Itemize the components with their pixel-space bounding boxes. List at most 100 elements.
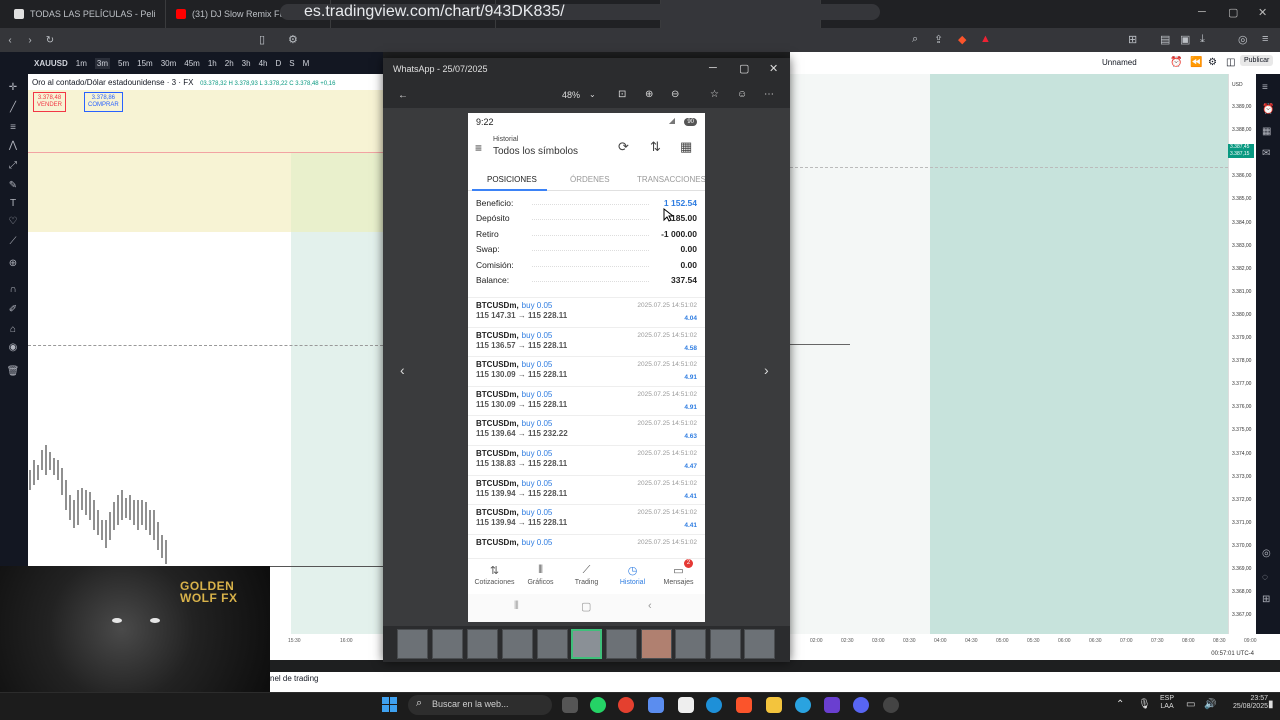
deal-row[interactable]: BTCUSDm, buy 0.05 115 138.83 → 115 228.11 2… xyxy=(468,444,705,475)
tray-chevron-icon[interactable]: ⌃ xyxy=(1116,699,1124,710)
eye-icon[interactable]: ◉ xyxy=(6,342,20,354)
camera-icon[interactable]: ◫ xyxy=(1226,57,1235,68)
ideas-icon[interactable]: ◎ xyxy=(1262,548,1271,559)
network-icon[interactable]: ▭ xyxy=(1186,699,1195,710)
text-icon[interactable]: T xyxy=(6,198,20,210)
telegram-icon[interactable] xyxy=(795,697,811,713)
microphone-icon[interactable]: 🎙 xyxy=(1138,699,1151,710)
share-icon[interactable]: ⇪ xyxy=(934,33,943,46)
more-icon[interactable]: ⋯ xyxy=(764,89,774,100)
brave-rewards-icon[interactable]: ▲ xyxy=(980,33,991,45)
emoji-icon[interactable]: ☺ xyxy=(737,89,747,100)
deal-row[interactable]: BTCUSDm, buy 0.05 115 130.09 → 115 228.11 2… xyxy=(468,356,705,386)
extensions-icon[interactable]: ⊞ xyxy=(1128,33,1137,46)
recents-icon[interactable]: ⦀ xyxy=(514,600,519,613)
magnet-icon[interactable]: ∩ xyxy=(6,284,20,296)
brave-shield-icon[interactable]: ◆ xyxy=(958,33,966,46)
trash-icon[interactable]: 🗑 xyxy=(6,366,20,378)
brush-icon[interactable]: ✎ xyxy=(6,180,20,192)
sort-icon[interactable]: ⇅ xyxy=(650,139,661,155)
hamburger-icon[interactable]: ≡ xyxy=(475,141,482,155)
thumbnail[interactable] xyxy=(397,629,428,659)
android-back-icon[interactable]: ‹ xyxy=(648,600,652,612)
thumbnail[interactable] xyxy=(537,629,568,659)
forward-icon[interactable]: › xyxy=(20,35,40,46)
thumbnail[interactable] xyxy=(675,629,706,659)
calendar-icon[interactable]: ▦ xyxy=(680,139,692,155)
bookmark-icon[interactable]: ▯ xyxy=(259,33,265,46)
help-icon[interactable]: ⊞ xyxy=(1262,594,1270,605)
settings-icon[interactable]: ⚙ xyxy=(1208,57,1217,68)
pencil-lock-icon[interactable]: ✐ xyxy=(6,304,20,316)
chat-icon[interactable]: ✉ xyxy=(1262,148,1270,159)
viewer-back-icon[interactable]: ← xyxy=(398,90,408,101)
watchlist-icon[interactable]: ≡ xyxy=(1262,82,1268,93)
tab-positions[interactable]: POSICIONES xyxy=(487,175,537,184)
zoom-in-icon[interactable]: ⊕ xyxy=(645,89,653,100)
fit-icon[interactable]: ⊡ xyxy=(618,89,626,100)
timeframe-45m[interactable]: 45m xyxy=(184,59,200,68)
timeframe-s[interactable]: S xyxy=(289,59,294,68)
lock-icon[interactable]: ⌂ xyxy=(6,324,20,336)
forecast-icon[interactable]: ⤢ xyxy=(6,160,20,172)
replay-icon[interactable]: ⏪ xyxy=(1190,57,1202,68)
timeframe-1m[interactable]: 1m xyxy=(76,59,87,68)
browser-tab[interactable]: TODAS LAS PELÍCULAS - PeliCineHD xyxy=(4,0,166,28)
timeframe-1h[interactable]: 1h xyxy=(208,59,217,68)
deal-row[interactable]: BTCUSDm, buy 0.05 115 139.94 → 115 228.11 2… xyxy=(468,504,705,534)
alert-icon[interactable]: ⏰ xyxy=(1170,57,1182,68)
wa-close-icon[interactable]: ✕ xyxy=(769,62,778,75)
file-explorer-icon[interactable] xyxy=(766,697,782,713)
wa-maximize-icon[interactable]: ▢ xyxy=(739,62,749,75)
wa-minimize-icon[interactable]: ─ xyxy=(709,62,717,74)
minimize-icon[interactable]: ─ xyxy=(1198,6,1206,18)
brave-icon[interactable] xyxy=(736,697,752,713)
nav-quotes[interactable]: ⇅ Cotizaciones xyxy=(471,564,518,586)
chrome-icon[interactable] xyxy=(618,697,634,713)
notifications-icon[interactable]: ▮ xyxy=(1268,699,1274,710)
next-image-icon[interactable]: › xyxy=(764,362,769,378)
timeframe-m[interactable]: M xyxy=(303,59,310,68)
nav-trading[interactable]: ⟋ Trading xyxy=(563,564,610,586)
timeframe-2h[interactable]: 2h xyxy=(225,59,234,68)
whatsapp-icon[interactable] xyxy=(590,697,606,713)
store-icon[interactable] xyxy=(678,697,694,713)
vpn-icon[interactable]: ◎ xyxy=(1238,33,1248,46)
deal-row[interactable]: BTCUSDm, buy 0.05 115 139.64 → 115 232.22 2… xyxy=(468,415,705,445)
thumbnail[interactable] xyxy=(744,629,775,659)
discord-icon[interactable] xyxy=(853,697,869,713)
timeframe-4h[interactable]: 4h xyxy=(259,59,268,68)
zoom-in-icon[interactable]: ⊕ xyxy=(6,258,20,270)
tab-transactions[interactable]: TRANSACCIONES xyxy=(637,175,705,184)
maximize-icon[interactable]: ▢ xyxy=(1228,6,1238,19)
timeframe-30m[interactable]: 30m xyxy=(161,59,177,68)
nav-history[interactable]: ◷ Historial xyxy=(609,564,656,586)
thumbnail[interactable] xyxy=(606,629,637,659)
ruler-icon[interactable]: ⟋ xyxy=(6,236,20,248)
timeframe-15m[interactable]: 15m xyxy=(137,59,153,68)
site-info-icon[interactable]: ⚙ xyxy=(288,33,298,46)
sell-button[interactable]: 3.378,48 VENDER xyxy=(33,92,67,112)
chevron-down-icon[interactable]: ⌄ xyxy=(589,90,596,99)
wallet-icon[interactable]: ▣ xyxy=(1180,33,1190,46)
taskbar-search[interactable]: Buscar en la web... xyxy=(408,695,552,715)
home-icon[interactable]: ▢ xyxy=(581,600,591,613)
publish-button[interactable]: Publicar xyxy=(1240,55,1274,66)
symbol-search[interactable]: XAUUSD xyxy=(34,59,68,68)
timeframe-d[interactable]: D xyxy=(275,59,281,68)
system-clock[interactable]: 23:57 25/08/2025 xyxy=(1222,695,1268,711)
fib-icon[interactable]: ≡ xyxy=(6,122,20,134)
crosshair-icon[interactable]: ✛ xyxy=(6,82,20,94)
alerts-icon[interactable]: ⏰ xyxy=(1262,104,1274,115)
streams-icon[interactable]: ◌ xyxy=(1262,572,1268,583)
menu-icon[interactable]: ≡ xyxy=(1262,33,1268,45)
chart-clock[interactable]: 00:57:01 UTC-4 xyxy=(1211,651,1254,657)
volume-icon[interactable]: 🔊 xyxy=(1204,699,1216,710)
data-window-icon[interactable]: ▦ xyxy=(1262,126,1271,137)
deal-row[interactable]: BTCUSDm, buy 0.05 115 136.57 → 115 228.11 2… xyxy=(468,326,705,357)
currency-label[interactable]: USD xyxy=(1232,82,1243,88)
nav-charts[interactable]: ⫴ Gráficos xyxy=(517,564,564,586)
tab-orders[interactable]: ÓRDENES xyxy=(570,175,610,184)
thumbnail[interactable] xyxy=(502,629,533,659)
thumbnail[interactable] xyxy=(710,629,741,659)
